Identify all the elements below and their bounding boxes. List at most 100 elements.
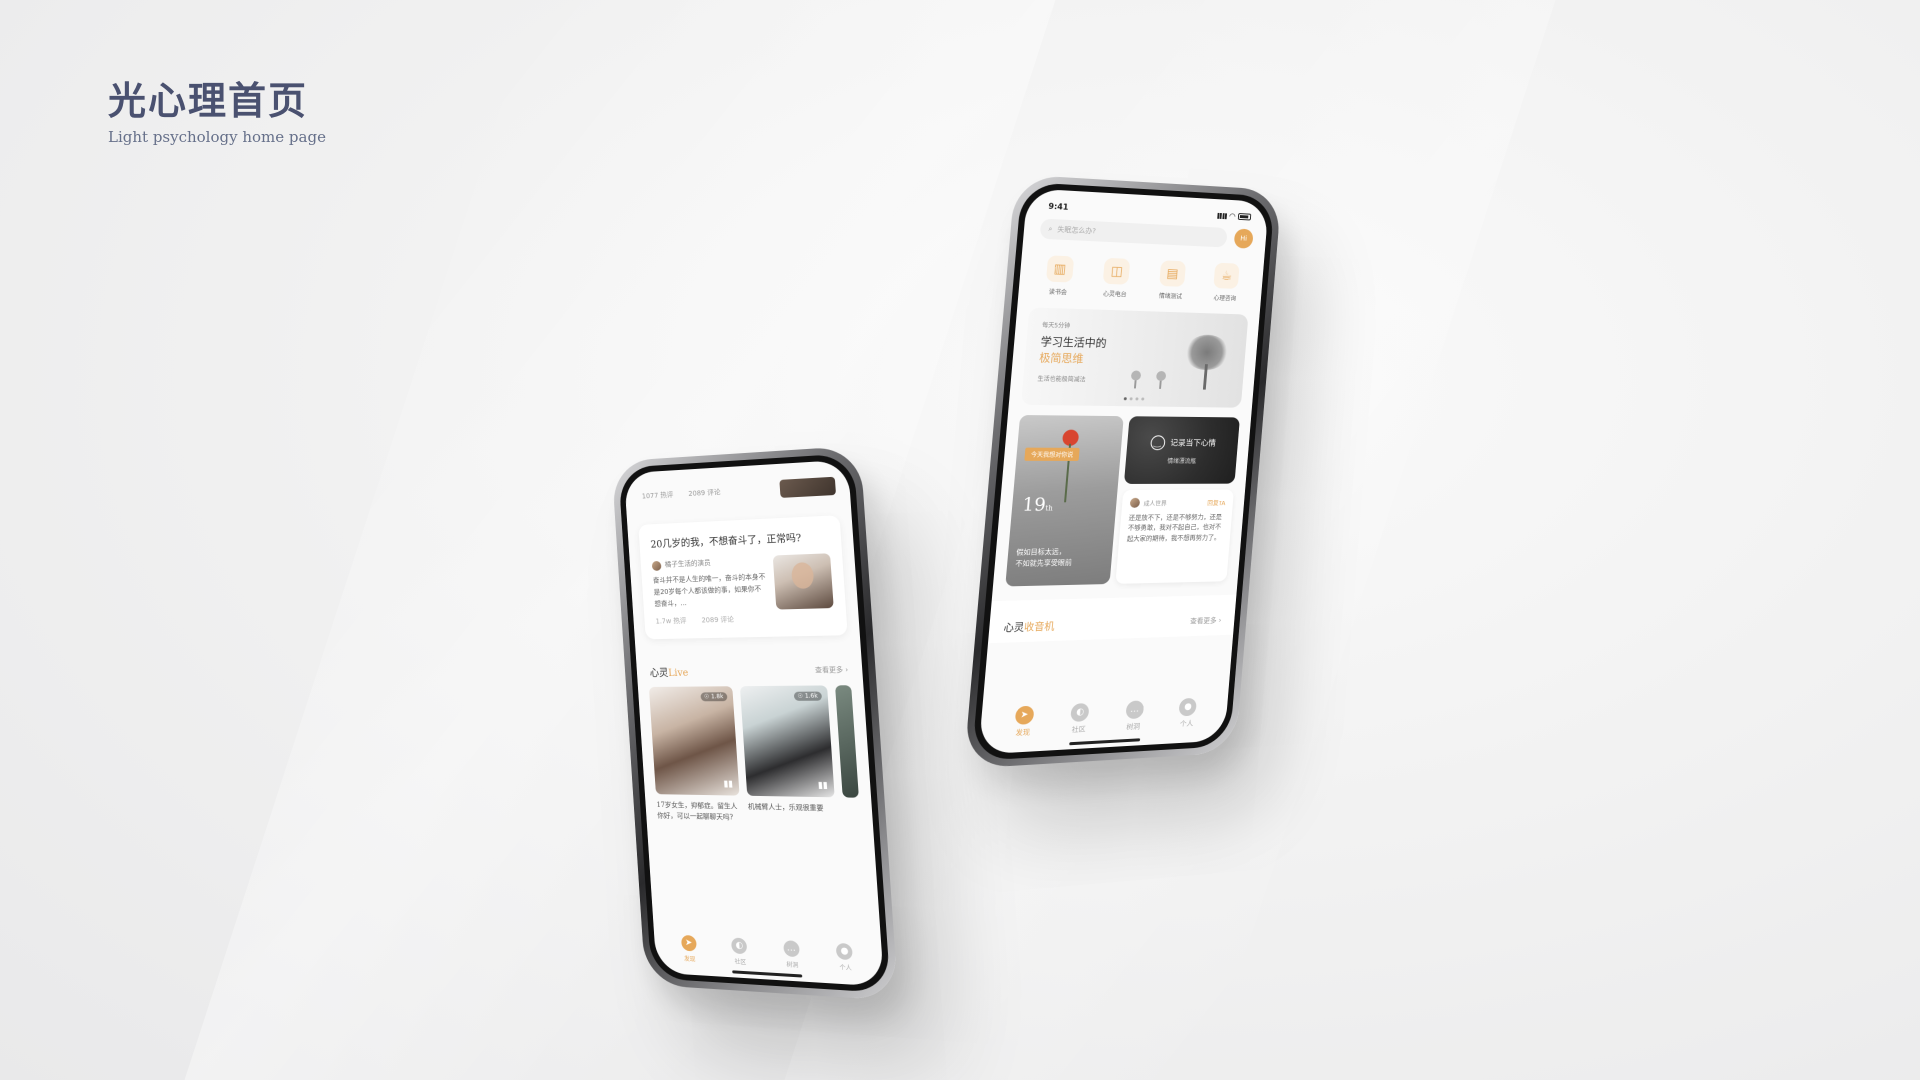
coffee-cup-icon: ☕ (1213, 262, 1240, 289)
quick-actions: ▥ 读书会 ◫ 心灵电台 ▤ 情绪测试 ☕ 心理咨询 (1018, 238, 1265, 311)
viewer-count-badge: ☉ 1.6k (793, 692, 823, 702)
quote-line: 假如目标太远， (1016, 547, 1067, 557)
tab-label: 树洞 (1126, 722, 1141, 732)
live-list: ☉ 1.8k ▮▮ 17岁女生，抑郁症。留生人你好，可以一起聊聊天吗? ☉ 1.… (638, 685, 873, 827)
see-more-link[interactable]: 查看更多 › (1190, 615, 1222, 626)
day-value: 19 (1021, 494, 1047, 516)
tab-discover[interactable]: ➤ 发现 (1013, 705, 1035, 739)
bottom-tab-bar: ➤ 发现 ◐ 社区 … 树洞 ● 个人 (980, 696, 1228, 740)
tree-illustration (1159, 378, 1162, 389)
tab-label: 社区 (1071, 725, 1086, 735)
section-title-accent: Live (668, 668, 689, 680)
tree-illustration (1133, 378, 1137, 389)
avatar (651, 560, 662, 571)
planet-icon: ◐ (1070, 702, 1090, 723)
article-title: 20几岁的我，不想奋斗了，正常吗? (650, 533, 802, 551)
planet-icon: ◐ (731, 937, 748, 955)
live-item[interactable]: ☉ 1.8k ▮▮ 17岁女生，抑郁症。留生人你好，可以一起聊聊天吗? (648, 686, 741, 823)
chat-bubble-icon: … (1125, 700, 1145, 720)
tab-tree-hole[interactable]: … 树洞 (782, 940, 801, 970)
bottom-tab-bar: ➤ 发现 ◐ 社区 … 树洞 ● 个人 (654, 934, 883, 975)
tab-tree-hole[interactable]: … 树洞 (1124, 700, 1145, 732)
quick-action-label: 情绪测试 (1158, 292, 1183, 301)
tab-discover[interactable]: ➤ 发现 (680, 934, 698, 963)
live-caption: 机械臂人士，乐观很重要 (747, 803, 824, 813)
author-name: 橘子生活的演员 (664, 558, 711, 569)
person-icon: ● (1178, 697, 1198, 717)
article-meta: 1.7w 热评 2089 评论 (655, 613, 769, 628)
article-thumbnail[interactable] (779, 476, 837, 498)
quick-action-radio[interactable]: ◫ 心灵电台 (1102, 257, 1131, 299)
phone-mockup-left: 1077 热评 2089 评论 20几岁的我，不想奋斗了，正常吗? 橘子生活的演… (611, 445, 899, 1001)
quick-action-label: 心灵电台 (1102, 290, 1127, 299)
reply-button[interactable]: 回复TA (1207, 498, 1226, 507)
stat-comments: 2089 评论 (688, 488, 721, 498)
signal-icon (1217, 212, 1227, 219)
article-comments: 2089 评论 (701, 615, 735, 624)
top-stats-row: 1077 热评 2089 评论 (624, 460, 851, 514)
tab-label: 社区 (734, 958, 747, 967)
search-icon: ⌕ (1048, 224, 1053, 233)
phone-mockup-right: 9:41 ◠ ⌕ 失眠怎么办? Hi ▥ 读书会 ◫ 心灵电台 ▤ 情绪测试 ☕… (963, 174, 1282, 769)
daily-quote-card[interactable]: 今天我想对你说 19th 假如目标太远， 不如就先享受眼前 (1005, 414, 1124, 587)
smile-icon: ‿ (1149, 435, 1166, 451)
tab-profile[interactable]: ● 个人 (1178, 697, 1198, 730)
mood-subtitle: 情绪漂流瓶 (1167, 458, 1197, 466)
notebook-icon: ▤ (1158, 260, 1186, 287)
tab-community[interactable]: ◐ 社区 (731, 937, 748, 966)
banner-kicker: 每天5分钟 (1041, 321, 1071, 330)
tree-hole-author: 成人世界 (1143, 500, 1167, 508)
status-time: 9:41 (1048, 201, 1069, 212)
tab-profile[interactable]: ● 个人 (835, 942, 854, 973)
audio-bars-icon: ▮▮ (723, 779, 734, 791)
home-indicator (732, 970, 803, 978)
viewer-count-badge: ☉ 1.8k (700, 692, 728, 702)
see-more-link[interactable]: 查看更多 › (815, 665, 849, 676)
app-screen-right: 9:41 ◠ ⌕ 失眠怎么办? Hi ▥ 读书会 ◫ 心灵电台 ▤ 情绪测试 ☕… (978, 188, 1269, 755)
tab-label: 个人 (1179, 719, 1194, 729)
section-title: 心灵Live (649, 664, 689, 680)
article-card[interactable]: 20几岁的我，不想奋斗了，正常吗? 橘子生活的演员 奋斗并不是人生的唯一，奋斗的… (638, 515, 848, 640)
compass-icon: ➤ (1014, 705, 1035, 725)
page-title: 光心理首页 (108, 79, 309, 123)
quick-action-reading-club[interactable]: ▥ 读书会 (1044, 255, 1074, 296)
home-indicator (1069, 738, 1141, 746)
hero-banner[interactable]: 每天5分钟 学习生活中的 极简思维 生活也能极简减法 (1021, 307, 1249, 408)
person-icon: ● (835, 942, 854, 961)
quick-action-label: 心理咨询 (1213, 294, 1237, 303)
quick-action-counseling[interactable]: ☕ 心理咨询 (1212, 262, 1240, 303)
tab-label: 树洞 (786, 961, 799, 970)
article-photo (772, 553, 834, 610)
live-cover: ☉ 1.8k ▮▮ (648, 686, 740, 797)
avatar[interactable]: Hi (1233, 228, 1254, 249)
book-icon: ▥ (1045, 255, 1074, 283)
avatar (1129, 497, 1141, 508)
section-title-prefix: 心灵 (1003, 622, 1025, 635)
live-cover-partial[interactable] (835, 685, 859, 799)
section-title-prefix: 心灵 (649, 668, 669, 680)
live-caption: 17岁女生，抑郁症。留生人你好，可以一起聊聊天吗? (656, 801, 738, 822)
tree-hole-text: 还是放不下，还是不够努力，还是不够勇敢，我对不起自己，也对不起大家的期待，我不想… (1126, 512, 1223, 543)
tree-hole-card[interactable]: 成人世界 回复TA 还是放不下，还是不够努力，还是不够勇敢，我对不起自己，也对不… (1115, 489, 1234, 584)
article-author: 橘子生活的演员 (651, 556, 766, 572)
app-screen-left: 1077 热评 2089 评论 20几岁的我，不想奋斗了，正常吗? 橘子生活的演… (623, 459, 885, 987)
page-subtitle: Light psychology home page (108, 128, 326, 146)
daily-quote: 假如目标太远， 不如就先享受眼前 (1015, 546, 1073, 570)
quote-line: 不如就先享受眼前 (1015, 558, 1073, 568)
quick-action-mood-test[interactable]: ▤ 情绪测试 (1158, 260, 1186, 301)
section-title: 心灵收音机 (1003, 618, 1055, 635)
tree-illustration (1182, 334, 1230, 390)
battery-icon (1237, 213, 1252, 221)
tab-label: 个人 (839, 964, 852, 973)
tab-community[interactable]: ◐ 社区 (1069, 702, 1090, 735)
carousel-dots[interactable] (1123, 397, 1145, 401)
live-item[interactable]: ☉ 1.6k ▮▮ 机械臂人士，乐观很重要 (739, 685, 837, 825)
tab-label: 发现 (1015, 728, 1031, 738)
search-placeholder: 失眠怎么办? (1057, 225, 1097, 236)
radio-icon: ◫ (1102, 257, 1131, 285)
mood-record-card[interactable]: ‿ 记录当下心情 情绪漂流瓶 (1123, 416, 1240, 484)
wifi-icon: ◠ (1229, 211, 1236, 221)
chat-bubble-icon: … (782, 940, 800, 958)
article-excerpt: 奋斗并不是人生的唯一，奋斗的本身不是20岁每个人都该做的事，如果你不想奋斗，..… (652, 572, 766, 608)
radio-section-header: 心灵收音机 查看更多 › (988, 599, 1236, 644)
